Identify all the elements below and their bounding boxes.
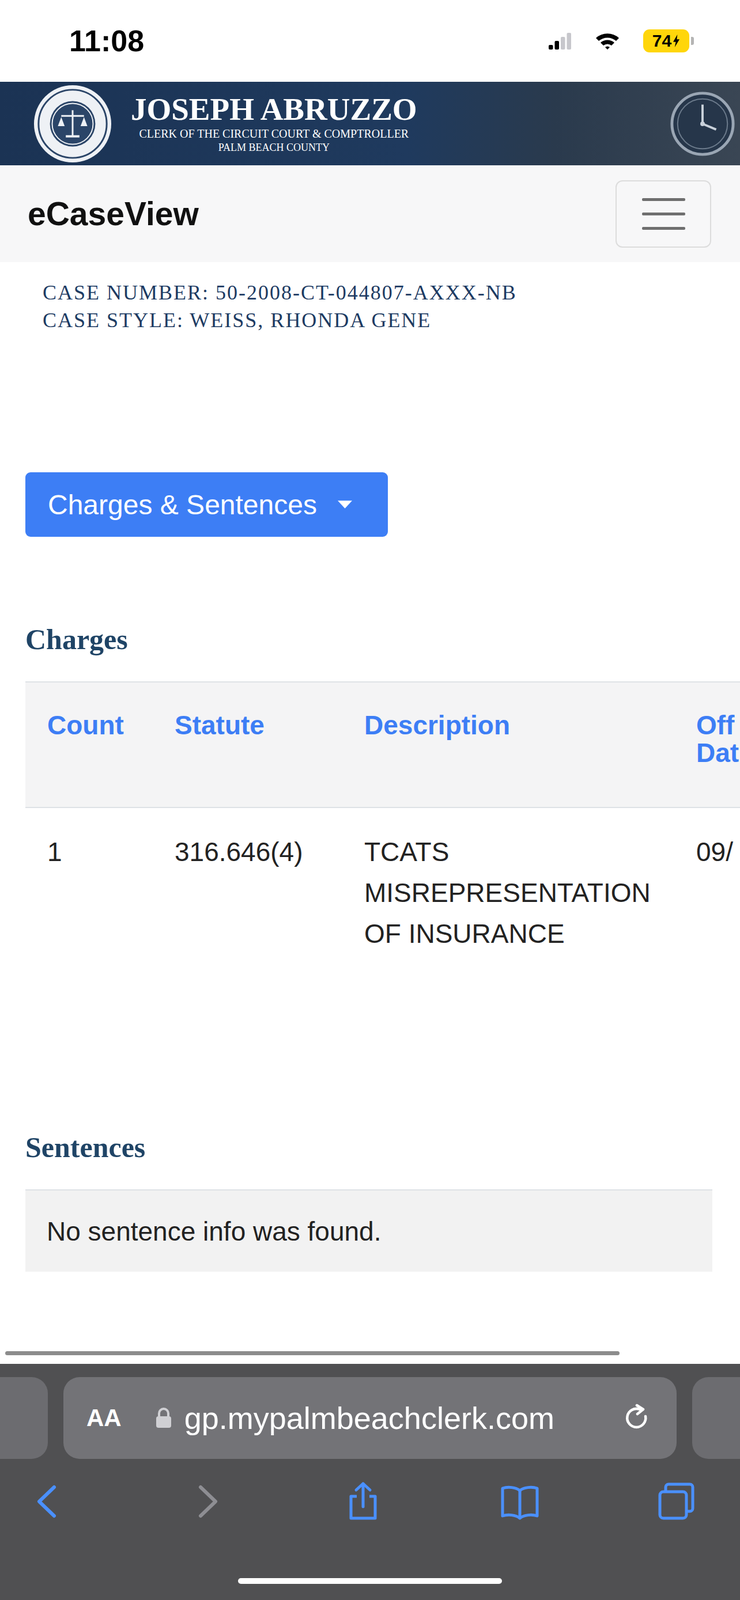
charges-table: CountStatuteDescriptionOff Dat1316.646(4… (25, 681, 740, 979)
column-header[interactable]: Count (25, 682, 153, 809)
web-page: 11:08 74 JOSEPH ABRUZZOCLERK OF THE CIRCUI… (0, 0, 740, 1365)
charges-table-wrap[interactable]: CountStatuteDescriptionOff Dat1316.646(4… (25, 681, 740, 979)
tabs-button[interactable] (656, 1482, 697, 1523)
case-style: CASE STYLE: WEISS, RHONDA GENE (42, 306, 713, 335)
address-row: AA gp.mypalmbeachclerk.com (0, 1377, 740, 1460)
share-icon (342, 1482, 384, 1523)
toolbar (0, 1482, 740, 1523)
column-header[interactable]: Description (342, 682, 675, 809)
sentences-empty-message: No sentence info was found. (25, 1190, 713, 1273)
app-title[interactable]: eCaseView (27, 194, 199, 233)
tabs-icon (656, 1482, 697, 1523)
menu-line (642, 227, 686, 230)
table-cell: 316.646(4) (152, 808, 343, 979)
previous-tab-pill[interactable] (0, 1377, 48, 1460)
courthouse-photo (435, 81, 740, 166)
browser-toolbar: AA gp.mypalmbeachclerk.com (0, 1364, 740, 1600)
clerk-title: CLERK OF THE CIRCUIT COURT & COMPTROLLER (138, 126, 409, 142)
battery-percent: 74 (652, 32, 672, 50)
status-time: 11:08 (69, 23, 145, 59)
county-seal-icon (32, 84, 113, 164)
battery-nub (691, 36, 694, 45)
lock-icon (155, 1407, 173, 1430)
column-header[interactable]: Statute (152, 682, 343, 809)
status-indicators: 74 (548, 29, 694, 53)
bookmarks-button[interactable] (499, 1482, 541, 1523)
menu-line (642, 212, 686, 216)
status-bar: 11:08 74 (0, 0, 740, 82)
table-row: 1316.646(4)TCATS MISREPRESENTATION OF IN… (25, 808, 740, 979)
navbar: eCaseView (0, 165, 740, 263)
chevron-left-icon (28, 1482, 70, 1523)
table-header-row: CountStatuteDescriptionOff Dat (25, 682, 740, 809)
battery-body: 74 (643, 29, 690, 53)
signal-icon (548, 32, 572, 50)
phone-screen: 11:08 74 JOSEPH ABRUZZOCLERK OF THE CIRCUI… (0, 0, 740, 1600)
case-content: CASE NUMBER: 50-2008-CT-044807-AXXX-NBCA… (0, 262, 740, 1273)
reader-button[interactable]: AA (86, 1405, 122, 1433)
clock-icon (668, 89, 737, 158)
column-header[interactable]: Off Dat (674, 682, 740, 809)
charges-heading: Charges (25, 622, 713, 658)
forward-button[interactable] (185, 1482, 226, 1523)
table-cell: 1 (25, 808, 153, 979)
caret-down-icon (337, 500, 353, 509)
sentences-heading: Sentences (25, 1130, 713, 1166)
clerk-name: JOSEPH ABRUZZO (130, 92, 418, 127)
banner-text: JOSEPH ABRUZZOCLERK OF THE CIRCUIT COURT… (130, 92, 418, 155)
menu-button[interactable] (615, 180, 712, 248)
battery-indicator: 74 (643, 29, 694, 53)
site-banner: JOSEPH ABRUZZOCLERK OF THE CIRCUIT COURT… (0, 81, 740, 166)
book-icon (499, 1482, 541, 1523)
section-dropdown[interactable]: Charges & Sentences (25, 472, 388, 538)
share-button[interactable] (342, 1482, 384, 1523)
address-bar[interactable]: AA gp.mypalmbeachclerk.com (63, 1377, 677, 1460)
back-button[interactable] (28, 1482, 70, 1523)
next-tab-pill[interactable] (692, 1377, 740, 1460)
url-text[interactable]: gp.mypalmbeachclerk.com (184, 1401, 623, 1437)
case-info: CASE NUMBER: 50-2008-CT-044807-AXXX-NBCA… (25, 278, 713, 335)
reload-icon[interactable] (622, 1404, 652, 1434)
table-cell: 09/ (674, 808, 740, 979)
chevron-right-icon (185, 1482, 226, 1523)
horizontal-scroll-indicator (5, 1352, 620, 1357)
dropdown-label: Charges & Sentences (47, 489, 317, 521)
wifi-icon (594, 31, 621, 51)
table-cell: TCATS MISREPRESENTATION OF INSURANCE (342, 808, 675, 979)
menu-line (642, 198, 686, 202)
case-number: CASE NUMBER: 50-2008-CT-044807-AXXX-NB (42, 278, 713, 307)
home-indicator (238, 1579, 502, 1585)
county-name: PALM BEACH COUNTY (218, 141, 330, 155)
charging-bolt-icon (672, 34, 681, 48)
